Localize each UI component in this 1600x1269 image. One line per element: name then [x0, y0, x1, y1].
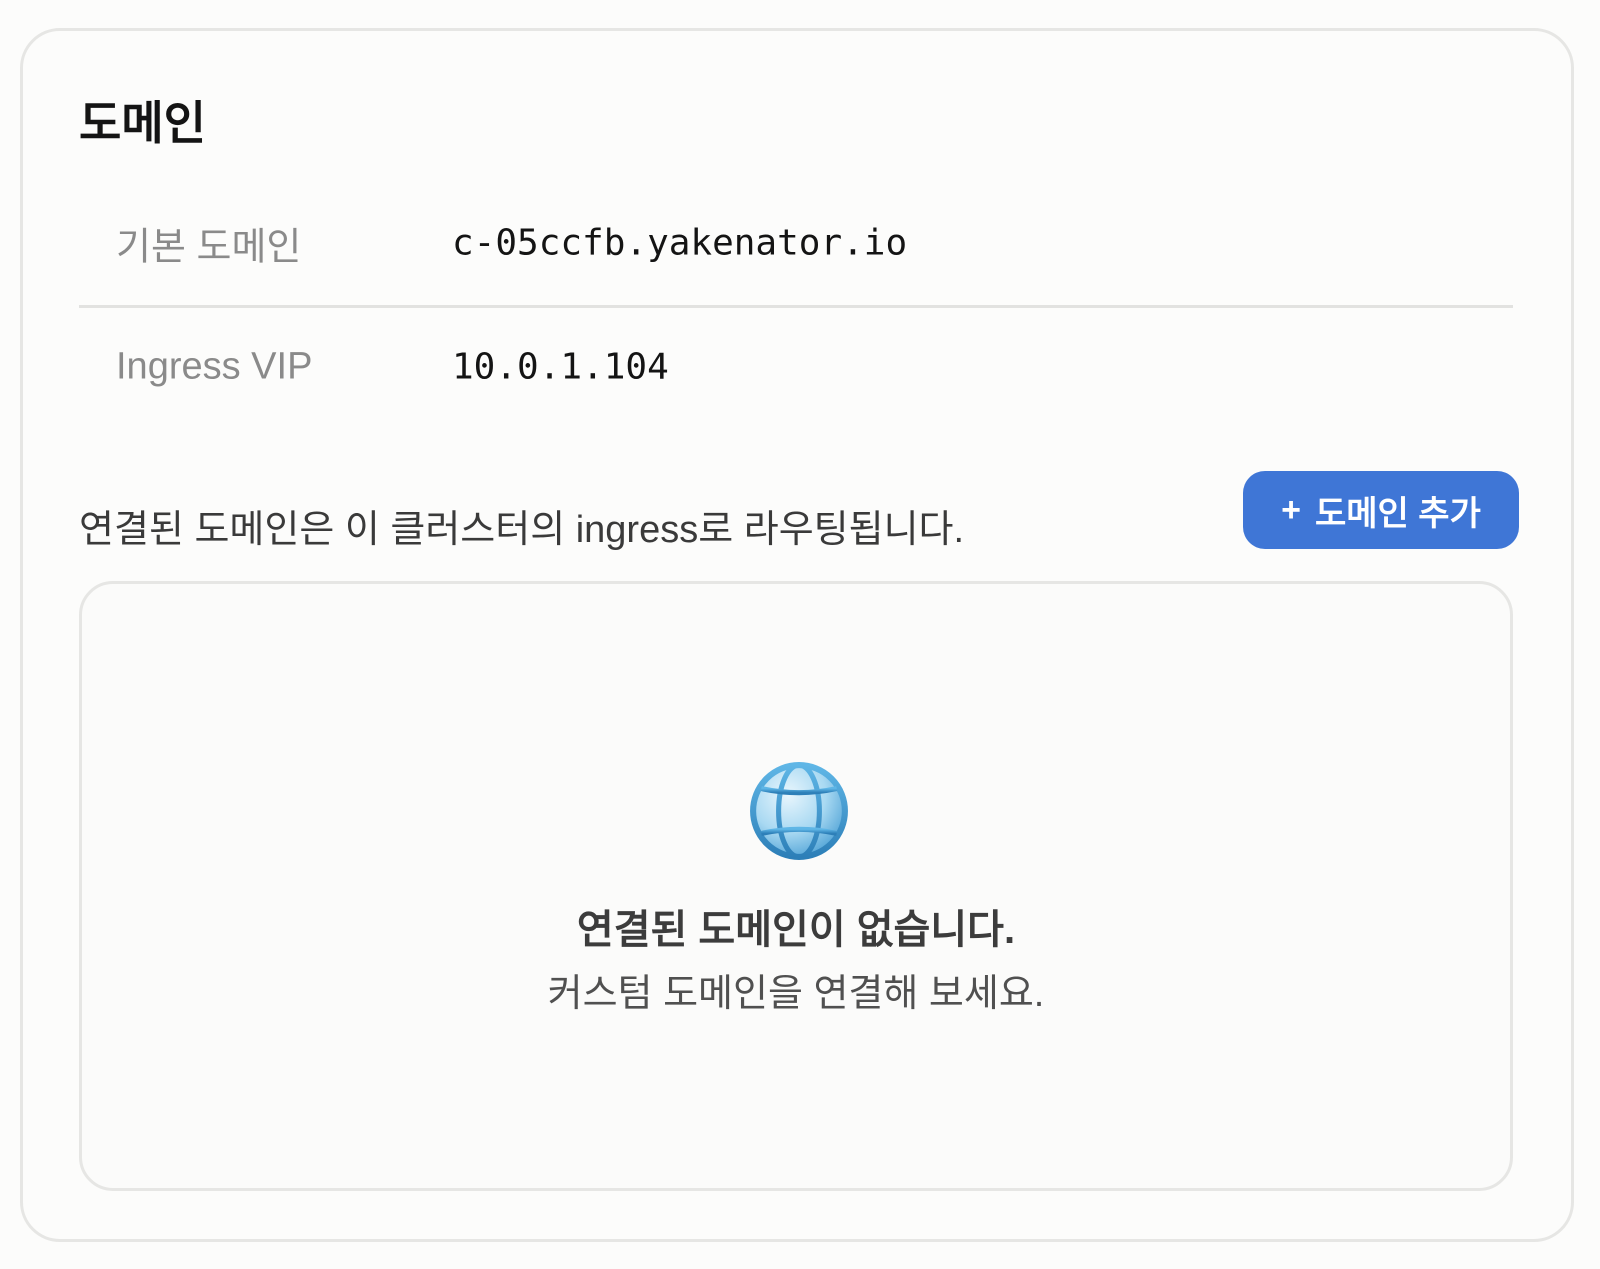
ingress-vip-row: Ingress VIP 10.0.1.104: [79, 305, 1513, 429]
empty-state: 연결된 도메인이 없습니다. 커스텀 도메인을 연결해 보세요.: [79, 581, 1513, 1191]
add-domain-button-label: 도메인 추가: [1315, 494, 1481, 533]
ingress-vip-value: 10.0.1.104: [452, 346, 669, 388]
ingress-vip-label: Ingress VIP: [116, 345, 313, 388]
default-domain-label: 기본 도메인: [116, 226, 302, 269]
add-domain-button[interactable]: + 도메인 추가: [1243, 471, 1519, 549]
empty-state-title: 연결된 도메인이 없습니다.: [576, 908, 1016, 952]
empty-state-subtitle: 커스텀 도메인을 연결해 보세요.: [547, 973, 1045, 1015]
default-domain-row: 기본 도메인 c-05ccfb.yakenator.io: [79, 181, 1513, 308]
section-title: 도메인: [79, 97, 206, 149]
domain-description: 연결된 도메인은 이 클러스터의 ingress로 라우팅됩니다.: [79, 509, 965, 551]
default-domain-value: c-05ccfb.yakenator.io: [452, 222, 908, 264]
globe-icon: [750, 762, 848, 860]
plus-icon: +: [1281, 491, 1301, 529]
domain-card: 도메인 기본 도메인 c-05ccfb.yakenator.io Ingress…: [20, 28, 1574, 1242]
